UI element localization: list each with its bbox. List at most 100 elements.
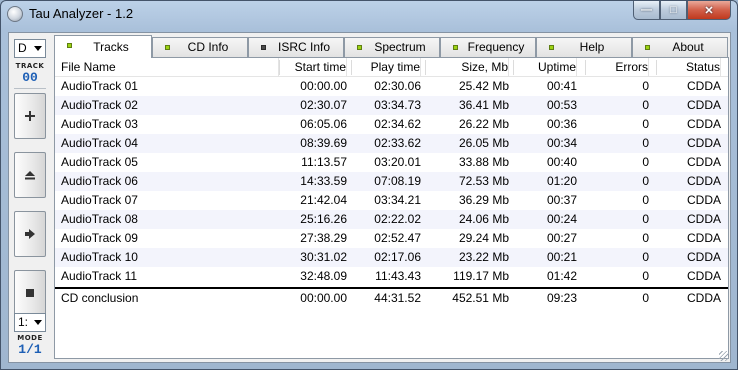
tab-isrc-info[interactable]: ISRC Info: [248, 37, 344, 57]
status-led-icon: [453, 45, 458, 50]
cell-errors: 0: [642, 250, 649, 264]
cell-status: CDDA: [686, 212, 721, 226]
cell-file-name: AudioTrack 07: [61, 193, 138, 207]
column-header-uptime[interactable]: Uptime: [511, 58, 577, 77]
close-button[interactable]: ✕: [687, 1, 731, 20]
caption-buttons: — □ ✕: [633, 1, 731, 20]
play-button[interactable]: [14, 211, 46, 257]
cell-start-time: 32:48.09: [300, 269, 347, 283]
table-row[interactable]: AudioTrack 10 30:31.02 02:17.06 23.22 Mb 00:…: [55, 248, 728, 267]
summary-file-name: CD conclusion: [61, 291, 139, 305]
column-header-play-time[interactable]: Play time: [349, 58, 421, 77]
cell-errors: 0: [642, 136, 649, 150]
cell-play-time: 03:34.73: [374, 98, 421, 112]
mode-select[interactable]: 1:: [14, 313, 46, 332]
column-header-file-name[interactable]: File Name: [61, 58, 279, 77]
cell-size: 23.22 Mb: [458, 250, 509, 264]
column-header-size[interactable]: Size, Mb: [423, 58, 509, 77]
tab-help[interactable]: Help: [536, 37, 632, 57]
cell-start-time: 25:16.26: [300, 212, 347, 226]
cell-uptime: 00:53: [546, 98, 577, 112]
tab-cd-info[interactable]: CD Info: [152, 37, 248, 57]
status-led-icon: [645, 45, 650, 50]
column-header-start-time[interactable]: Start time: [279, 58, 347, 77]
stop-button[interactable]: [14, 270, 46, 316]
table-row[interactable]: AudioTrack 02 02:30.07 03:34.73 36.41 Mb 00:…: [55, 96, 728, 115]
cell-uptime: 01:20: [546, 174, 577, 188]
eject-icon: [25, 171, 35, 180]
summary-size: 452.51 Mb: [452, 291, 509, 305]
cell-errors: 0: [642, 269, 649, 283]
minimize-button[interactable]: —: [633, 1, 660, 20]
table-row[interactable]: AudioTrack 09 27:38.29 02:52.47 29.24 Mb 00:…: [55, 229, 728, 248]
table-row[interactable]: AudioTrack 04 08:39.69 02:33.62 26.05 Mb 00:…: [55, 134, 728, 153]
summary-play-time: 44:31.52: [374, 291, 421, 305]
cell-errors: 0: [642, 79, 649, 93]
summary-uptime: 09:23: [546, 291, 577, 305]
cell-status: CDDA: [686, 193, 721, 207]
table-row[interactable]: AudioTrack 01 00:00.00 02:30.06 25.42 Mb 00:…: [55, 77, 728, 96]
track-number: 00: [22, 70, 38, 85]
cell-size: 24.06 Mb: [458, 212, 509, 226]
drive-select-value: D: [18, 41, 27, 55]
tab-frequency[interactable]: Frequency: [440, 37, 536, 57]
cell-file-name: AudioTrack 02: [61, 98, 138, 112]
table-row[interactable]: AudioTrack 03 06:05.06 02:34.62 26.22 Mb 00:…: [55, 115, 728, 134]
summary-row[interactable]: CD conclusion 00:00.00 44:31.52 452.51 Mb 09…: [55, 287, 728, 306]
column-divider: [351, 60, 352, 75]
cell-errors: 0: [642, 117, 649, 131]
tab-tracks[interactable]: Tracks: [54, 35, 152, 58]
cell-uptime: 00:41: [546, 79, 577, 93]
cell-start-time: 14:33.59: [300, 174, 347, 188]
cell-status: CDDA: [686, 79, 721, 93]
cell-uptime: 00:21: [546, 250, 577, 264]
table-header: File Name Start time Play time Size, Mb …: [55, 58, 728, 77]
tracks-table[interactable]: File Name Start time Play time Size, Mb …: [54, 57, 729, 359]
table-row[interactable]: AudioTrack 11 32:48.09 11:43.43 119.17 Mb 01…: [55, 267, 728, 286]
cell-errors: 0: [642, 155, 649, 169]
status-led-icon: [549, 45, 554, 50]
cell-start-time: 11:13.57: [301, 155, 347, 169]
cell-file-name: AudioTrack 03: [61, 117, 138, 131]
app-window: Tau Analyzer - 1.2 — □ ✕ D TRACK 00 1: M…: [0, 0, 738, 370]
cell-file-name: AudioTrack 05: [61, 155, 138, 169]
title-bar[interactable]: Tau Analyzer - 1.2 — □ ✕: [1, 1, 737, 27]
cell-uptime: 00:40: [546, 155, 577, 169]
cell-size: 26.05 Mb: [458, 136, 509, 150]
cell-errors: 0: [642, 212, 649, 226]
cell-size: 72.53 Mb: [458, 174, 509, 188]
column-header-status[interactable]: Status: [653, 58, 721, 77]
drive-select[interactable]: D: [14, 39, 46, 58]
column-header-errors[interactable]: Errors: [581, 58, 649, 77]
tab-about[interactable]: About: [632, 37, 728, 57]
tab-label: ISRC Info: [277, 40, 331, 54]
table-row[interactable]: AudioTrack 05 11:13.57 03:20.01 33.88 Mb 00:…: [55, 153, 728, 172]
cell-file-name: AudioTrack 01: [61, 79, 138, 93]
cell-uptime: 00:27: [546, 231, 577, 245]
maximize-button[interactable]: □: [660, 1, 687, 20]
mode-value: 1/1: [18, 342, 42, 357]
cell-status: CDDA: [686, 136, 721, 150]
toolbar-divider: [14, 88, 46, 89]
cell-play-time: 02:34.62: [374, 117, 421, 131]
table-row[interactable]: AudioTrack 07 21:42.04 03:34.21 36.29 Mb 00:…: [55, 191, 728, 210]
status-led-icon: [165, 45, 170, 50]
cell-play-time: 02:33.62: [374, 136, 421, 150]
cell-uptime: 01:42: [546, 269, 577, 283]
cell-uptime: 00:24: [546, 212, 577, 226]
summary-status: CDDA: [686, 291, 721, 305]
table-row[interactable]: AudioTrack 06 14:33.59 07:08.19 72.53 Mb 01:…: [55, 172, 728, 191]
table-row[interactable]: AudioTrack 08 25:16.26 02:22.02 24.06 Mb 00:…: [55, 210, 728, 229]
tab-spectrum[interactable]: Spectrum: [344, 37, 440, 57]
cell-file-name: AudioTrack 04: [61, 136, 138, 150]
resize-grip[interactable]: [719, 351, 729, 361]
eject-button[interactable]: [14, 152, 46, 198]
column-divider: [425, 60, 426, 75]
cell-play-time: 02:52.47: [374, 231, 421, 245]
cell-play-time: 07:08.19: [374, 174, 421, 188]
tab-strip: Tracks CD Info ISRC Info Spectrum Freque…: [54, 35, 729, 58]
cell-file-name: AudioTrack 06: [61, 174, 138, 188]
add-button[interactable]: [14, 93, 46, 139]
status-led-icon: [261, 45, 266, 50]
play-icon: [25, 229, 35, 239]
